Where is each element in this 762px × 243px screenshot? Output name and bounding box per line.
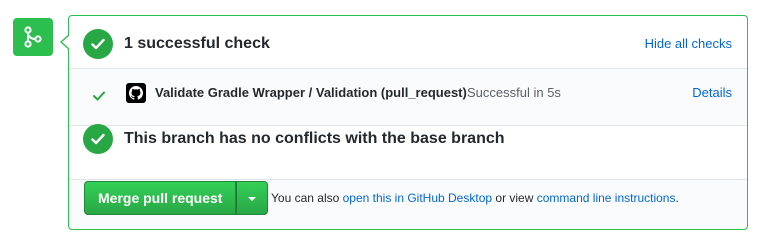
git-merge-icon	[13, 18, 53, 56]
merge-text-suffix: .	[675, 191, 679, 205]
merge-status-panel: 1 successful check Hide all checks Valid…	[60, 15, 748, 230]
merge-help-text: You can also open this in GitHub Desktop…	[271, 191, 679, 205]
open-github-desktop-link[interactable]: open this in GitHub Desktop	[343, 191, 492, 205]
check-icon	[93, 88, 105, 106]
conflicts-row-divider	[69, 126, 747, 180]
check-list-item: Validate Gradle Wrapper / Validation (pu…	[69, 69, 747, 126]
hide-all-checks-link[interactable]: Hide all checks	[645, 36, 732, 51]
github-mark-icon	[126, 83, 146, 103]
merge-options-dropdown[interactable]	[236, 181, 269, 215]
merge-button-group: Merge pull request	[84, 181, 269, 215]
merge-text-middle: or view	[495, 191, 534, 205]
merge-pull-request-button[interactable]: Merge pull request	[84, 181, 237, 215]
check-circle-icon	[83, 29, 113, 59]
caret-down-icon	[247, 189, 257, 207]
check-name: Validate Gradle Wrapper / Validation (pu…	[155, 85, 467, 100]
check-details-link[interactable]: Details	[692, 85, 732, 100]
checks-heading: 1 successful check	[124, 35, 270, 52]
check-status: Successful in 5s	[467, 85, 561, 100]
merge-text-prefix: You can also	[271, 191, 340, 205]
command-line-instructions-link[interactable]: command line instructions	[537, 191, 676, 205]
checks-summary-row: 1 successful check Hide all checks	[69, 16, 747, 69]
